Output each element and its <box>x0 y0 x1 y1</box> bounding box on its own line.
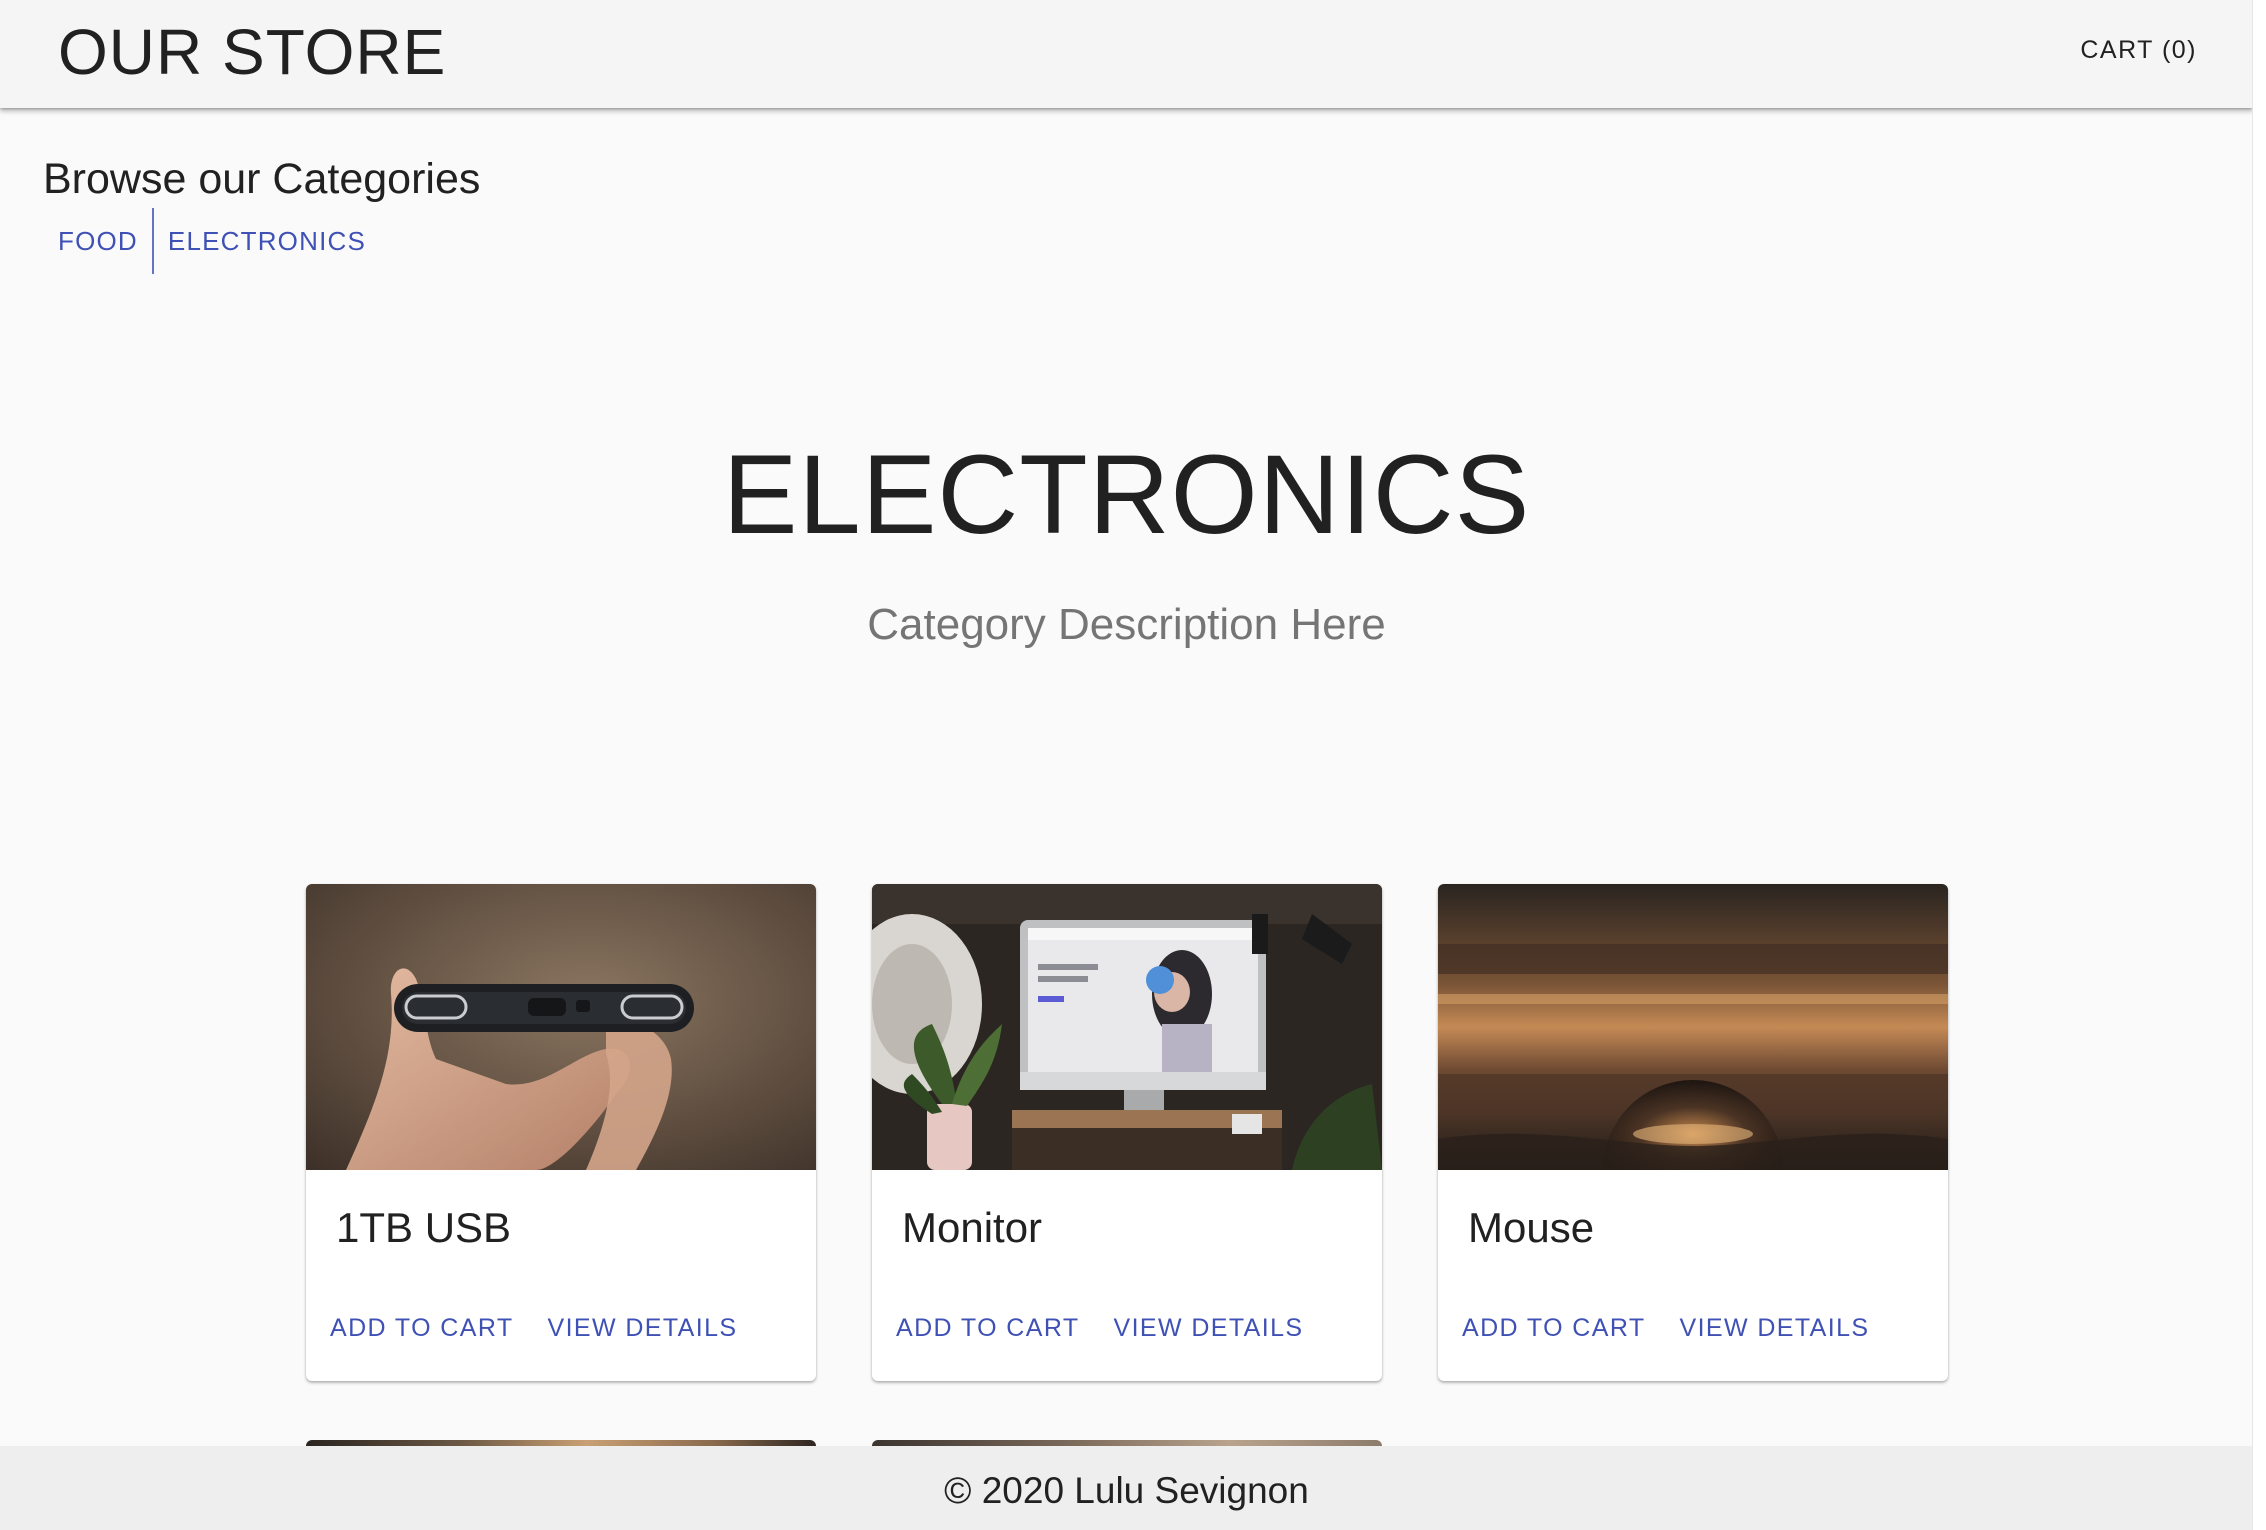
cart-button[interactable]: CART (0) <box>2080 30 2197 70</box>
add-to-cart-button[interactable]: ADD TO CART <box>1462 1308 1646 1348</box>
footer: © 2020 Lulu Sevignon <box>0 1446 2253 1530</box>
category-nav: FOOD ELECTRONICS <box>44 208 380 274</box>
store-page: OUR STORE CART (0) Browse our Categories… <box>0 0 2266 1530</box>
product-actions: ADD TO CART VIEW DETAILS <box>896 1308 1337 1348</box>
view-details-button[interactable]: VIEW DETAILS <box>1114 1308 1304 1348</box>
category-divider <box>151 208 154 274</box>
category-description: Category Description Here <box>867 600 1386 649</box>
product-name: Mouse <box>1468 1204 1595 1251</box>
category-title: ELECTRONICS <box>722 432 1531 557</box>
product-image-mouse[interactable] <box>1438 884 1948 1170</box>
browse-categories-heading: Browse our Categories <box>43 155 481 203</box>
product-actions: ADD TO CART VIEW DETAILS <box>1462 1308 1903 1348</box>
desk-monitor-photo-icon <box>872 884 1382 1170</box>
product-image-usb[interactable] <box>306 884 816 1170</box>
usb-drive-photo-icon <box>306 884 816 1170</box>
product-actions: ADD TO CART VIEW DETAILS <box>330 1308 771 1348</box>
copyright-text: © 2020 Lulu Sevignon <box>944 1470 1309 1511</box>
product-name: 1TB USB <box>336 1204 512 1251</box>
view-details-button[interactable]: VIEW DETAILS <box>1680 1308 1870 1348</box>
product-name: Monitor <box>902 1204 1043 1251</box>
product-card: 1TB USB ADD TO CART VIEW DETAILS <box>306 884 816 1381</box>
store-brand[interactable]: OUR STORE <box>58 14 446 90</box>
category-link-electronics[interactable]: ELECTRONICS <box>154 208 380 274</box>
app-bar: OUR STORE CART (0) <box>0 0 2253 108</box>
glass-sphere-sunset-photo-icon <box>1438 884 1948 1170</box>
category-link-food[interactable]: FOOD <box>44 208 152 274</box>
scrollbar[interactable] <box>2252 0 2266 1530</box>
product-card: Monitor ADD TO CART VIEW DETAILS <box>872 884 1382 1381</box>
add-to-cart-button[interactable]: ADD TO CART <box>330 1308 514 1348</box>
add-to-cart-button[interactable]: ADD TO CART <box>896 1308 1080 1348</box>
view-details-button[interactable]: VIEW DETAILS <box>548 1308 738 1348</box>
product-card: Mouse ADD TO CART VIEW DETAILS <box>1438 884 1948 1381</box>
product-image-monitor[interactable] <box>872 884 1382 1170</box>
